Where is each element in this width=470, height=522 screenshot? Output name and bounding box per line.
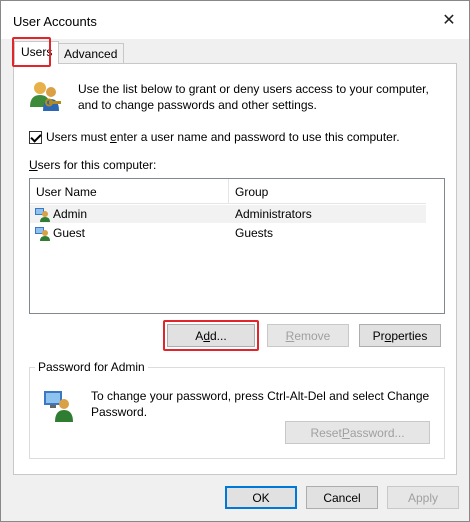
list-item-guest[interactable]: Guest Guests [30, 224, 426, 242]
list-item-admin[interactable]: Admin Administrators [30, 205, 426, 223]
reset-password-button[interactable]: Reset Password... [285, 421, 430, 444]
require-password-label-pre: Users must [46, 130, 111, 144]
properties-button[interactable]: Pr o perties [359, 324, 441, 347]
users-list-label: Users for this computer: [29, 158, 156, 172]
intro-text: Use the list below to grant or deny user… [78, 81, 438, 113]
title-bar: User Accounts ✕ [1, 1, 469, 39]
require-password-checkbox[interactable] [29, 130, 42, 144]
reset-label-post: assword... [349, 425, 405, 440]
list-scrollbar[interactable] [426, 179, 444, 313]
column-separator[interactable] [228, 179, 229, 203]
remove-label-post: emove [294, 328, 331, 343]
reset-label-accel: P [341, 425, 350, 440]
cancel-button[interactable]: Cancel [306, 486, 378, 509]
row-user-name: Admin [53, 207, 88, 221]
user-icon [35, 208, 50, 222]
users-list-label-rest: sers for this computer: [37, 158, 157, 172]
require-password-checkbox-row[interactable]: Users must enter a user name and passwor… [29, 130, 400, 144]
add-button-highlight [163, 320, 259, 351]
row-group: Administrators [235, 207, 312, 221]
intro-text-line-2: and to change passwords and other settin… [78, 98, 317, 112]
properties-label-pre: Pr [372, 328, 385, 343]
user-computer-icon [44, 391, 73, 422]
user-icon [35, 227, 50, 241]
remove-button[interactable]: Remove [267, 324, 349, 347]
intro-text-line-1: Use the list below to grant or deny user… [78, 82, 429, 96]
reset-label-pre: Reset [310, 425, 342, 440]
close-icon[interactable]: ✕ [437, 9, 461, 31]
row-user-name: Guest [53, 226, 86, 240]
apply-button[interactable]: Apply [387, 486, 459, 509]
properties-label-post: perties [391, 328, 428, 343]
password-group-title: Password for Admin [35, 360, 148, 374]
ok-button[interactable]: OK [225, 486, 297, 509]
users-tab-highlight [12, 37, 51, 67]
password-instructions: To change your password, press Ctrl-Alt-… [91, 388, 431, 420]
list-header: User Name Group [30, 179, 444, 204]
user-accounts-dialog: User Accounts ✕ Advanced Users Use the l… [0, 0, 470, 522]
users-key-icon [30, 82, 61, 111]
password-instructions-line-2: Password. [91, 405, 148, 419]
column-header-group[interactable]: Group [235, 185, 268, 199]
properties-label-accel: o [384, 328, 392, 343]
window-title: User Accounts [13, 14, 97, 29]
row-group: Guests [235, 226, 274, 240]
users-list-label-accel: U [29, 158, 38, 172]
password-instructions-line-1: To change your password, press Ctrl-Alt-… [91, 389, 430, 403]
users-list[interactable]: User Name Group Admin Administrators Gue… [29, 178, 445, 314]
require-password-label-post: nter a user name and password to use thi… [116, 130, 400, 144]
require-password-label: Users must enter a user name and passwor… [46, 130, 400, 144]
tab-advanced[interactable]: Advanced [57, 43, 125, 64]
remove-label-accel: R [285, 328, 295, 343]
require-password-label-accel: e [110, 130, 117, 144]
column-header-user-name[interactable]: User Name [36, 185, 97, 199]
